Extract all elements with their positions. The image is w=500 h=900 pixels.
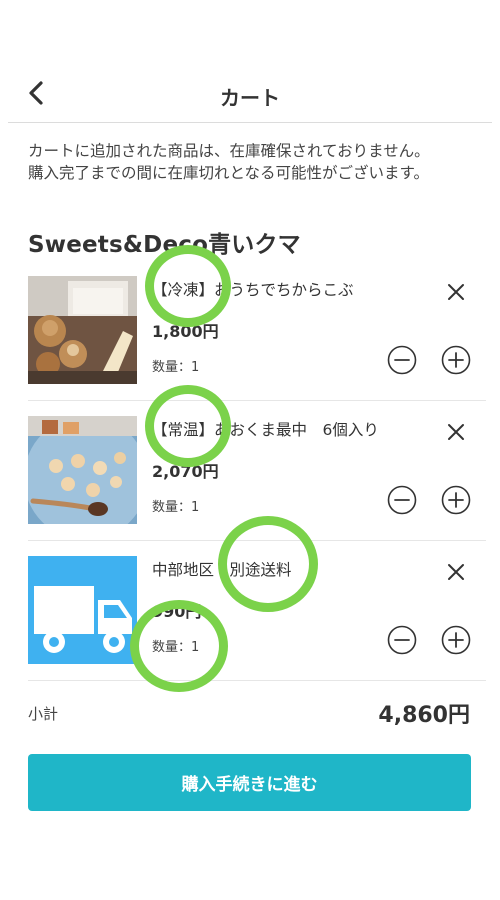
shop-name: Sweets&Deco青いクマ bbox=[28, 232, 301, 258]
cart-item: 【冷凍】おうちでちからこぶ 1,800円 数量：1 bbox=[0, 266, 500, 406]
plus-circle-icon bbox=[441, 485, 471, 515]
decrease-quantity-button[interactable] bbox=[387, 485, 417, 515]
stock-notice-line-1: カートに追加された商品は、在庫確保されておりません。 bbox=[28, 142, 430, 160]
minus-circle-icon bbox=[387, 345, 417, 375]
decrease-quantity-button[interactable] bbox=[387, 345, 417, 375]
stock-notice-line-2: 購入完了までの間に在庫切れとなる可能性がございます。 bbox=[28, 164, 429, 182]
header: カート bbox=[0, 64, 500, 124]
delivery-truck-icon bbox=[28, 556, 137, 664]
checkout-button-label: 購入手続きに進む bbox=[181, 775, 318, 795]
stock-notice: カートに追加された商品は、在庫確保されておりません。 購入完了までの間に在庫切れ… bbox=[28, 140, 478, 184]
subtotal-label: 小計 bbox=[28, 705, 59, 723]
item-thumbnail[interactable] bbox=[28, 416, 137, 524]
close-icon bbox=[448, 564, 464, 580]
sweets-photo bbox=[28, 276, 137, 384]
remove-item-button[interactable] bbox=[444, 420, 468, 444]
checkout-button[interactable]: 購入手続きに進む bbox=[28, 754, 471, 811]
cookies-photo bbox=[28, 416, 137, 524]
close-icon bbox=[448, 424, 464, 440]
item-thumbnail[interactable] bbox=[28, 276, 137, 384]
item-quantity: 数量：1 bbox=[152, 500, 200, 515]
plus-circle-icon bbox=[441, 345, 471, 375]
item-name: 【冷凍】おうちでちからこぶ bbox=[152, 281, 354, 299]
remove-item-button[interactable] bbox=[444, 560, 468, 584]
item-quantity: 数量：1 bbox=[152, 360, 200, 375]
item-price: 2,070円 bbox=[152, 462, 219, 481]
item-name: 中部地区 別途送料 bbox=[152, 561, 292, 579]
item-price: 1,800円 bbox=[152, 322, 219, 341]
decrease-quantity-button[interactable] bbox=[387, 625, 417, 655]
cart-item: 中部地区 別途送料 990円 数量：1 bbox=[0, 546, 500, 686]
minus-circle-icon bbox=[387, 625, 417, 655]
close-icon bbox=[448, 284, 464, 300]
subtotal-value: 4,860円 bbox=[378, 703, 470, 728]
item-thumbnail[interactable] bbox=[28, 556, 137, 664]
increase-quantity-button[interactable] bbox=[441, 625, 471, 655]
item-divider bbox=[28, 540, 486, 541]
remove-item-button[interactable] bbox=[444, 280, 468, 304]
minus-circle-icon bbox=[387, 485, 417, 515]
item-quantity: 数量：1 bbox=[152, 640, 200, 655]
item-divider bbox=[28, 680, 486, 681]
increase-quantity-button[interactable] bbox=[441, 485, 471, 515]
header-divider bbox=[8, 122, 492, 123]
increase-quantity-button[interactable] bbox=[441, 345, 471, 375]
plus-circle-icon bbox=[441, 625, 471, 655]
cart-item: 【常温】あおくま最中 6個入り 2,070円 数量：1 bbox=[0, 406, 500, 546]
item-divider bbox=[28, 400, 486, 401]
item-name: 【常温】あおくま最中 6個入り bbox=[152, 421, 379, 439]
page-title: カート bbox=[220, 86, 280, 110]
item-price: 990円 bbox=[152, 602, 202, 621]
